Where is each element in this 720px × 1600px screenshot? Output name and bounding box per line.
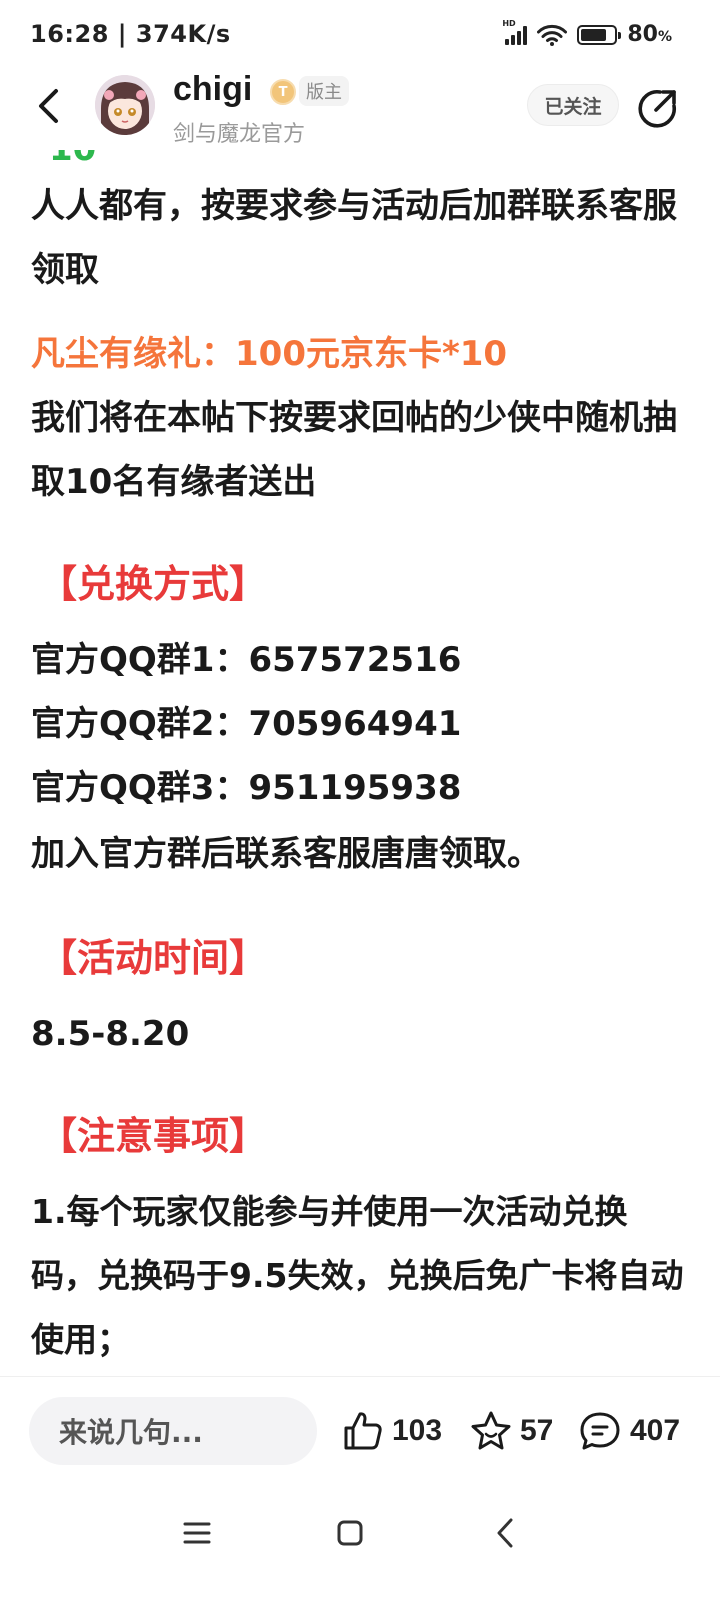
comment-count: 407 <box>630 1414 681 1447</box>
wifi-icon <box>537 24 568 46</box>
menu-icon <box>183 1522 211 1544</box>
status-divider: | <box>117 20 136 48</box>
bottom-action-bar: 来说几句... 103 57 407 <box>0 1376 720 1486</box>
home-square-icon <box>337 1520 363 1546</box>
share-button[interactable] <box>636 86 680 130</box>
status-bar: 16:28 | 374K/s HD 80% <box>0 0 720 68</box>
username[interactable]: chigi <box>173 70 252 109</box>
back-triangle-icon <box>497 1518 513 1548</box>
lucky-gift-title: 凡尘有缘礼：100元京东卡*10 <box>31 334 508 374</box>
lucky-gift-desc: 我们将在本帖下按要求回帖的少侠中随机抽取10名有缘者送出 <box>31 398 677 502</box>
like-button[interactable]: 103 <box>342 1407 442 1455</box>
avatar-image <box>95 75 155 135</box>
battery-icon <box>577 24 622 45</box>
net-speed-text: 374K/s <box>135 20 231 48</box>
time-heading: 【活动时间】 <box>39 936 268 980</box>
menu-button[interactable] <box>172 1508 222 1558</box>
post-content: 10 人人都有，按要求参与活动后加群联系客服领取 凡尘有缘礼：100元京东卡*1… <box>31 150 691 1376</box>
status-indicators: HD 80% <box>502 19 672 48</box>
back-button[interactable] <box>26 84 70 128</box>
time-value: 8.5-8.20 <box>31 1014 190 1054</box>
hd-label: HD <box>502 18 516 28</box>
avatar[interactable] <box>95 75 155 135</box>
note-item-1: 1.每个玩家仅能参与并使用一次活动兑换码，兑换码于9.5失效，兑换后免广卡将自动… <box>31 1192 684 1359</box>
clock-text: 16:28 <box>30 20 109 48</box>
qq-group-2[interactable]: 官方QQ群2：705964941 <box>31 692 691 756</box>
role-badge: 版主 <box>299 76 349 106</box>
notes-heading: 【注意事项】 <box>39 1114 268 1158</box>
post-header: chigi T 版主 剑与魔龙官方 已关注 <box>0 68 720 150</box>
partial-number: 10 <box>49 150 96 166</box>
qq-group-1[interactable]: 官方QQ群1：657572516 <box>31 628 691 692</box>
share-icon <box>638 89 677 128</box>
user-subtitle: 剑与魔龙官方 <box>173 122 306 147</box>
status-time: 16:28 | 374K/s <box>30 20 231 48</box>
cell-signal-icon: HD <box>502 19 528 45</box>
redeem-note: 加入官方群后联系客服唐唐领取。 <box>31 834 541 874</box>
intro-text: 人人都有，按要求参与活动后加群联系客服领取 <box>31 186 677 290</box>
favorite-count: 57 <box>520 1414 554 1447</box>
qq-group-3[interactable]: 官方QQ群3：951195938 <box>31 756 691 820</box>
comment-button[interactable]: 407 <box>578 1407 680 1455</box>
like-count: 103 <box>392 1414 443 1447</box>
comment-input[interactable]: 来说几句... <box>29 1397 317 1465</box>
level-badge-icon: T <box>270 79 296 105</box>
redeem-heading: 【兑换方式】 <box>39 562 268 606</box>
favorite-button[interactable]: 57 <box>470 1407 553 1455</box>
chevron-left-icon <box>39 89 58 123</box>
system-back-button[interactable] <box>480 1508 530 1558</box>
follow-button[interactable]: 已关注 <box>527 84 619 126</box>
comment-bubble-icon <box>580 1412 620 1450</box>
battery-percent: 80% <box>627 22 672 47</box>
system-nav-bar <box>0 1486 720 1600</box>
home-button[interactable] <box>325 1508 375 1558</box>
star-icon <box>471 1411 511 1450</box>
thumbs-up-icon <box>344 1412 382 1450</box>
